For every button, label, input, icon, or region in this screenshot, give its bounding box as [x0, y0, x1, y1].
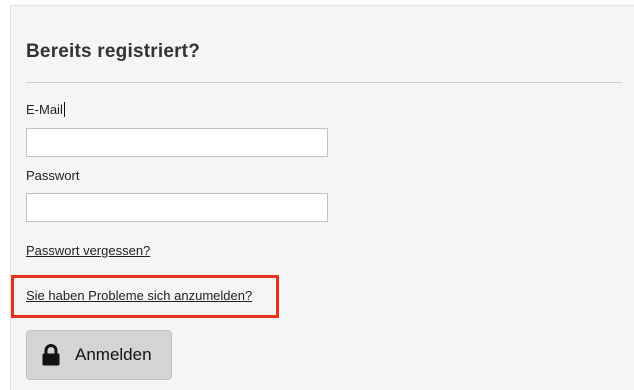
lock-icon: [42, 344, 60, 366]
password-field[interactable]: [26, 193, 328, 222]
text-cursor: [63, 102, 65, 117]
email-label: E-Mail: [26, 102, 65, 117]
login-problems-link[interactable]: Sie haben Probleme sich anzumelden?: [26, 288, 252, 303]
email-field[interactable]: [26, 128, 328, 157]
forgot-password-link[interactable]: Passwort vergessen?: [26, 243, 150, 258]
login-button[interactable]: Anmelden: [26, 330, 172, 380]
password-label: Passwort: [26, 168, 80, 183]
email-label-text: E-Mail: [26, 102, 63, 117]
login-button-label: Anmelden: [75, 345, 152, 364]
login-page: Bereits registriert? E-Mail Passwort Pas…: [0, 0, 634, 390]
panel-title: Bereits registriert?: [26, 41, 201, 62]
title-divider: [26, 82, 622, 83]
